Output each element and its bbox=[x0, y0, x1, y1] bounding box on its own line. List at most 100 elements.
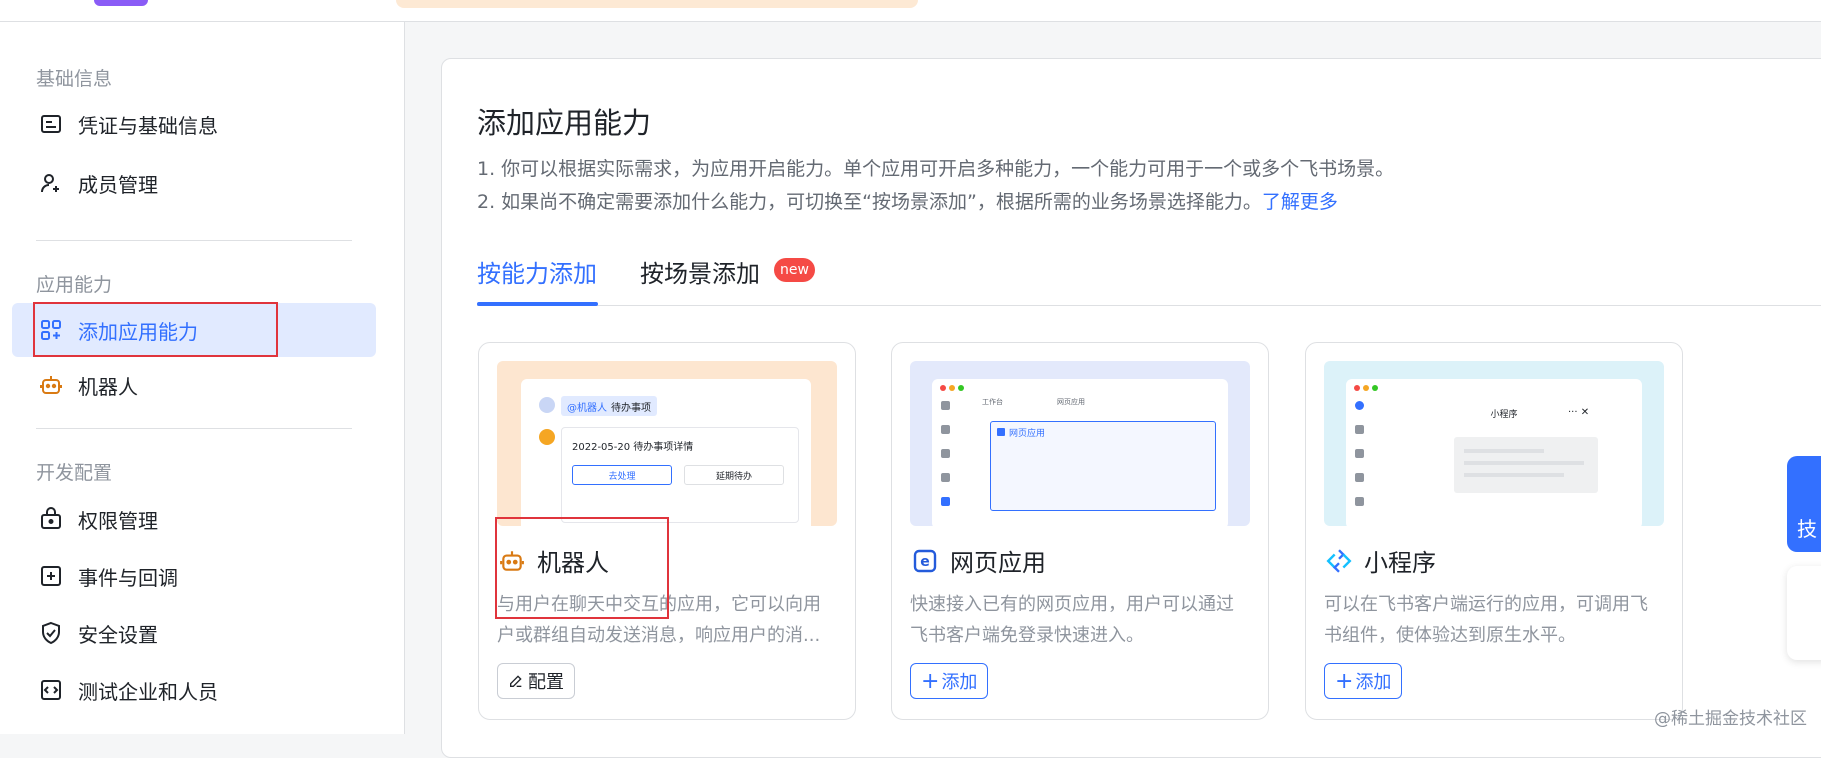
tab-by-scenario[interactable]: 按场景添加 bbox=[640, 254, 760, 289]
page-title: 添加应用能力 bbox=[477, 106, 652, 140]
sidebar-group-title: 基础信息 bbox=[36, 68, 113, 90]
card-description: 可以在飞书客户端运行的应用，可调用飞书组件，使体验达到原生水平。 bbox=[1324, 594, 1648, 646]
mock-text-line bbox=[1464, 461, 1584, 465]
mock-side-icon bbox=[1355, 425, 1364, 434]
mock-side-icon bbox=[941, 425, 950, 434]
mock-window-icon bbox=[997, 428, 1005, 436]
app-logo bbox=[94, 0, 148, 6]
floating-button-label: 技 bbox=[1797, 517, 1817, 541]
lock-box-icon bbox=[38, 506, 64, 532]
desktop-mockup: 小程序 ··· ✕ bbox=[1346, 379, 1642, 526]
notice-banner bbox=[396, 0, 918, 8]
mock-side-icon bbox=[1355, 497, 1364, 506]
sidebar-item-test-enterprise[interactable]: 测试企业和人员 bbox=[12, 663, 376, 717]
plus-icon: + bbox=[1335, 668, 1354, 694]
credential-card-icon bbox=[38, 111, 64, 137]
window-dot bbox=[949, 385, 955, 391]
sidebar-item-label: 权限管理 bbox=[78, 508, 158, 533]
sidebar-item-label: 测试企业和人员 bbox=[78, 679, 218, 704]
button-label: 添加 bbox=[1355, 672, 1392, 693]
mention-text: 待办事项 bbox=[611, 402, 651, 414]
sidebar-item-label: 机器人 bbox=[78, 374, 138, 399]
description-line-2: 2. 如果尚不确定需要添加什么能力，可切换至“按场景添加”，根据所需的业务场景选… bbox=[477, 187, 1338, 214]
svg-text:e: e bbox=[920, 554, 930, 570]
mention-tag: @机器人 待办事项 bbox=[561, 396, 657, 416]
mock-side-icon bbox=[1355, 401, 1364, 410]
mention-label: @机器人 bbox=[567, 402, 607, 414]
code-box-icon bbox=[38, 677, 64, 703]
chat-mockup: @机器人 待办事项 2022-05-20 待办事项详情 去处理 延期待办 bbox=[521, 379, 811, 526]
sidebar-item-robot[interactable]: 机器人 bbox=[12, 358, 376, 412]
window-dot bbox=[958, 385, 964, 391]
sidebar-item-label: 事件与回调 bbox=[78, 565, 178, 590]
watermark: @稀土掘金技术社区 bbox=[1654, 709, 1807, 729]
sidebar: 基础信息 凭证与基础信息 成员管理 应用能力 添加应用能力 机器人 开发配置 权… bbox=[0, 22, 405, 734]
robot-icon bbox=[38, 372, 64, 398]
mock-side-icon bbox=[1355, 473, 1364, 482]
bot-avatar bbox=[539, 429, 555, 445]
card-title: 小程序 bbox=[1364, 549, 1436, 577]
mock-side-icon bbox=[941, 497, 950, 506]
floating-support-button[interactable]: 技 bbox=[1787, 456, 1821, 552]
window-dot bbox=[1372, 385, 1378, 391]
mock-text-line bbox=[1464, 473, 1564, 477]
sidebar-group-title: 开发配置 bbox=[36, 462, 113, 484]
mock-side-icon bbox=[941, 473, 950, 482]
mock-side-icon bbox=[1355, 449, 1364, 458]
add-mini-program-button[interactable]: + 添加 bbox=[1324, 663, 1403, 699]
window-dot bbox=[1354, 385, 1360, 391]
description-text: 2. 如果尚不确定需要添加什么能力，可切换至“按场景添加”，根据所需的业务场景选… bbox=[477, 191, 1262, 213]
message-text: 2022-05-20 待办事项详情 bbox=[572, 442, 694, 453]
event-plus-icon bbox=[38, 563, 64, 589]
mock-secondary-button: 延期待办 bbox=[684, 465, 784, 485]
tabs-divider bbox=[477, 305, 1821, 306]
shield-check-icon bbox=[38, 620, 64, 646]
pencil-icon bbox=[508, 673, 524, 689]
desktop-mockup: 工作台 网页应用 网页应用 bbox=[932, 379, 1228, 526]
capability-card-mini-program[interactable]: 小程序 ··· ✕ 小程序 可以在飞书客户端运行的应用，可调用飞书组件，使体验达… bbox=[1305, 342, 1683, 720]
mini-program-icon bbox=[1324, 546, 1354, 576]
sidebar-divider bbox=[36, 428, 352, 429]
capability-card-web-app[interactable]: 工作台 网页应用 网页应用 e 网页应用 快速接入已有的网页应用，用户可以通过飞… bbox=[891, 342, 1269, 720]
message-card: 2022-05-20 待办事项详情 去处理 延期待办 bbox=[561, 427, 799, 523]
tab-by-capability[interactable]: 按能力添加 bbox=[477, 254, 597, 289]
mini-program-preview-image: 小程序 ··· ✕ bbox=[1324, 361, 1664, 526]
card-title: 网页应用 bbox=[950, 549, 1046, 577]
mock-web-window: 网页应用 bbox=[990, 421, 1216, 511]
description-line-1: 1. 你可以根据实际需求，为应用开启能力。单个应用可开启多种能力，一个能力可用于… bbox=[477, 158, 1395, 180]
plus-icon: + bbox=[921, 668, 940, 694]
top-bar bbox=[0, 0, 1821, 22]
web-app-icon: e bbox=[910, 546, 940, 576]
sidebar-divider bbox=[36, 240, 352, 241]
configure-button[interactable]: 配置 bbox=[497, 663, 575, 699]
sidebar-item-security[interactable]: 安全设置 bbox=[12, 606, 376, 660]
card-description: 快速接入已有的网页应用，用户可以通过飞书客户端免登录快速进入。 bbox=[910, 594, 1234, 646]
button-label: 配置 bbox=[528, 672, 564, 693]
capability-card-robot[interactable]: @机器人 待办事项 2022-05-20 待办事项详情 去处理 延期待办 机器人… bbox=[478, 342, 856, 720]
sidebar-item-label: 凭证与基础信息 bbox=[78, 113, 218, 138]
mock-primary-button: 去处理 bbox=[572, 465, 672, 485]
new-badge: new bbox=[774, 258, 815, 282]
mock-window-controls: ··· ✕ bbox=[1568, 407, 1590, 418]
sidebar-item-events[interactable]: 事件与回调 bbox=[12, 549, 376, 603]
window-dot bbox=[1363, 385, 1369, 391]
sidebar-item-credentials[interactable]: 凭证与基础信息 bbox=[12, 97, 376, 151]
mock-side-icon bbox=[941, 449, 950, 458]
active-tab-indicator bbox=[477, 302, 598, 306]
mock-window-title: 小程序 bbox=[1490, 410, 1518, 420]
button-label: 添加 bbox=[941, 672, 978, 693]
sidebar-group-title: 应用能力 bbox=[36, 274, 113, 296]
window-dot bbox=[940, 385, 946, 391]
sidebar-item-permissions[interactable]: 权限管理 bbox=[12, 492, 376, 546]
add-web-app-button[interactable]: + 添加 bbox=[910, 663, 989, 699]
sidebar-item-members[interactable]: 成员管理 bbox=[12, 156, 376, 210]
robot-preview-image: @机器人 待办事项 2022-05-20 待办事项详情 去处理 延期待办 bbox=[497, 361, 837, 526]
floating-secondary-button[interactable] bbox=[1787, 566, 1821, 660]
sidebar-item-label: 安全设置 bbox=[78, 622, 158, 647]
mock-window-label: 网页应用 bbox=[1009, 429, 1046, 439]
mock-tab: 网页应用 bbox=[1057, 398, 1085, 406]
learn-more-link[interactable]: 了解更多 bbox=[1262, 191, 1338, 213]
sidebar-item-label: 成员管理 bbox=[78, 172, 158, 197]
mock-tab: 工作台 bbox=[982, 398, 1003, 406]
web-app-preview-image: 工作台 网页应用 网页应用 bbox=[910, 361, 1250, 526]
